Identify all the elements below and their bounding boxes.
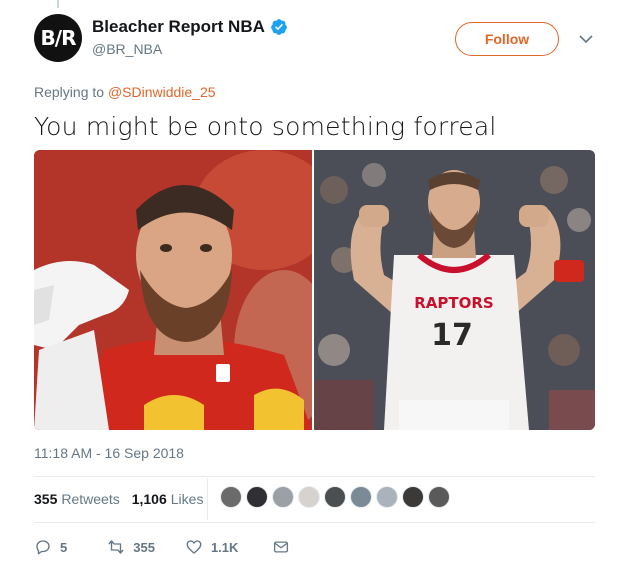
replying-to: Replying to @SDinwiddie_25 [34,84,216,100]
liker-avatar[interactable] [298,486,320,508]
liker-avatar[interactable] [376,486,398,508]
like-count: 1.1K [210,539,239,555]
likes-count[interactable]: 1,106 [132,491,167,507]
verified-badge-icon [270,19,287,35]
liker-avatars [220,486,454,508]
retweets-count[interactable]: 355 [34,491,57,507]
liker-avatar[interactable] [350,486,372,508]
reply-icon [36,540,50,555]
name-row: Bleacher Report NBA [92,17,288,37]
retweets-label[interactable]: Retweets [61,491,119,507]
liker-avatar[interactable] [272,486,294,508]
tweet-media[interactable]: RAPTORS 17 [34,150,595,430]
display-name[interactable]: Bleacher Report NBA [92,17,265,37]
liker-avatar[interactable] [324,486,346,508]
divider-top [34,476,595,477]
reply-count: 5 [60,539,68,555]
reply-action[interactable]: 5 [34,538,67,556]
like-action[interactable]: 1.1K [185,538,238,556]
tweet-actions: 5 355 1.1K [34,536,290,558]
direct-message-action[interactable] [272,538,290,556]
liker-avatar[interactable] [402,486,424,508]
retweet-action[interactable]: 355 [107,538,155,556]
avatar-logo-text: B/R [40,26,77,50]
raptors-player-illustration: RAPTORS 17 [314,150,595,430]
photo-raptors-player[interactable]: RAPTORS 17 [314,150,595,430]
liker-avatar[interactable] [246,486,268,508]
jersey-number-text: 17 [431,318,473,353]
liker-avatar[interactable] [428,486,450,508]
tweet-stats: 355 Retweets 1,106 Likes [34,484,203,514]
retweet-icon [108,540,124,554]
handle[interactable]: @BR_NBA [92,41,162,57]
avatar[interactable]: B/R [34,14,82,62]
photo-football-player[interactable] [34,150,312,430]
football-player-illustration [34,150,312,430]
reply-mention-link[interactable]: @SDinwiddie_25 [108,84,216,100]
retweet-count: 355 [133,539,155,555]
tweet-text: You might be onto something forreal [34,112,497,141]
jersey-team-text: RAPTORS [414,294,494,312]
stats-separator [207,478,208,520]
thread-line [57,0,59,8]
replying-to-label: Replying to [34,84,105,100]
envelope-icon [274,541,289,553]
tweet-timestamp[interactable]: 11:18 AM - 16 Sep 2018 [34,445,184,461]
divider-bottom [34,522,595,523]
follow-button[interactable]: Follow [455,22,559,56]
likes-label[interactable]: Likes [171,491,204,507]
chevron-down-icon[interactable] [578,31,594,47]
heart-icon [186,540,202,554]
liker-avatar[interactable] [220,486,242,508]
